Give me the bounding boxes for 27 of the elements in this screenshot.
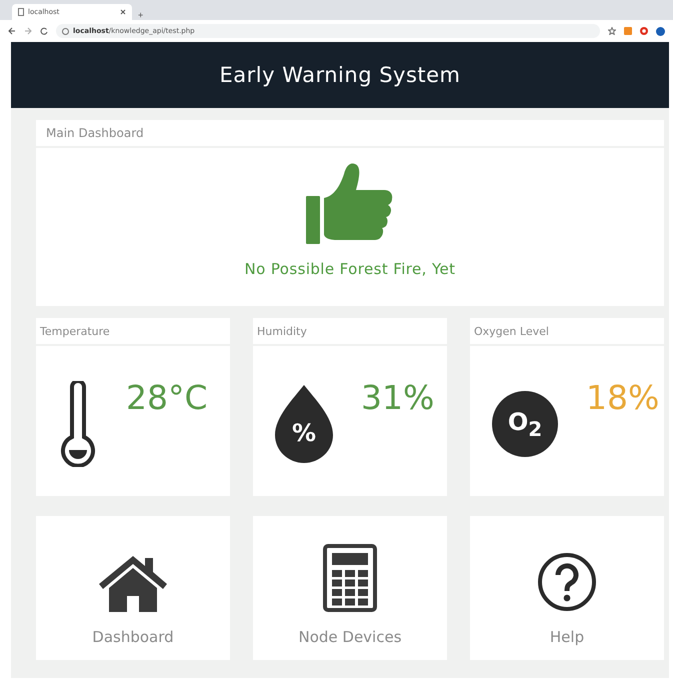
thermometer-icon [58, 381, 98, 467]
nav-card[interactable]: Dashboard [36, 516, 230, 660]
sensor-value: 28°C [126, 378, 208, 417]
thumbs-up-icon [306, 162, 394, 246]
house-icon [97, 554, 169, 612]
humidity-drop-icon: % [275, 385, 333, 463]
sensor-value: 18% [586, 378, 660, 417]
status-message: No Possible Forest Fire, Yet [244, 260, 456, 278]
info-icon [62, 28, 69, 34]
reload-icon[interactable] [40, 27, 48, 35]
nav-card[interactable]: Help [470, 516, 664, 660]
card-title: Main Dashboard [46, 126, 144, 140]
sensor-value: 31% [361, 378, 434, 417]
help-icon [537, 552, 597, 612]
card-title: Oxygen Level [474, 324, 549, 338]
calculator-icon [323, 544, 377, 612]
page-icon [18, 8, 24, 16]
oxygen-icon: O$_{2}$ [492, 391, 558, 457]
new-tab-button[interactable]: + [138, 10, 144, 20]
close-icon[interactable] [120, 9, 126, 15]
card-title: Temperature [40, 324, 110, 338]
nav-card[interactable]: Node Devices [253, 516, 447, 660]
profile-icon[interactable] [656, 26, 665, 36]
back-icon[interactable] [8, 27, 16, 35]
star-icon[interactable] [608, 27, 616, 35]
page-title: Early Warning System [219, 63, 461, 87]
card-title: Humidity [257, 324, 307, 338]
